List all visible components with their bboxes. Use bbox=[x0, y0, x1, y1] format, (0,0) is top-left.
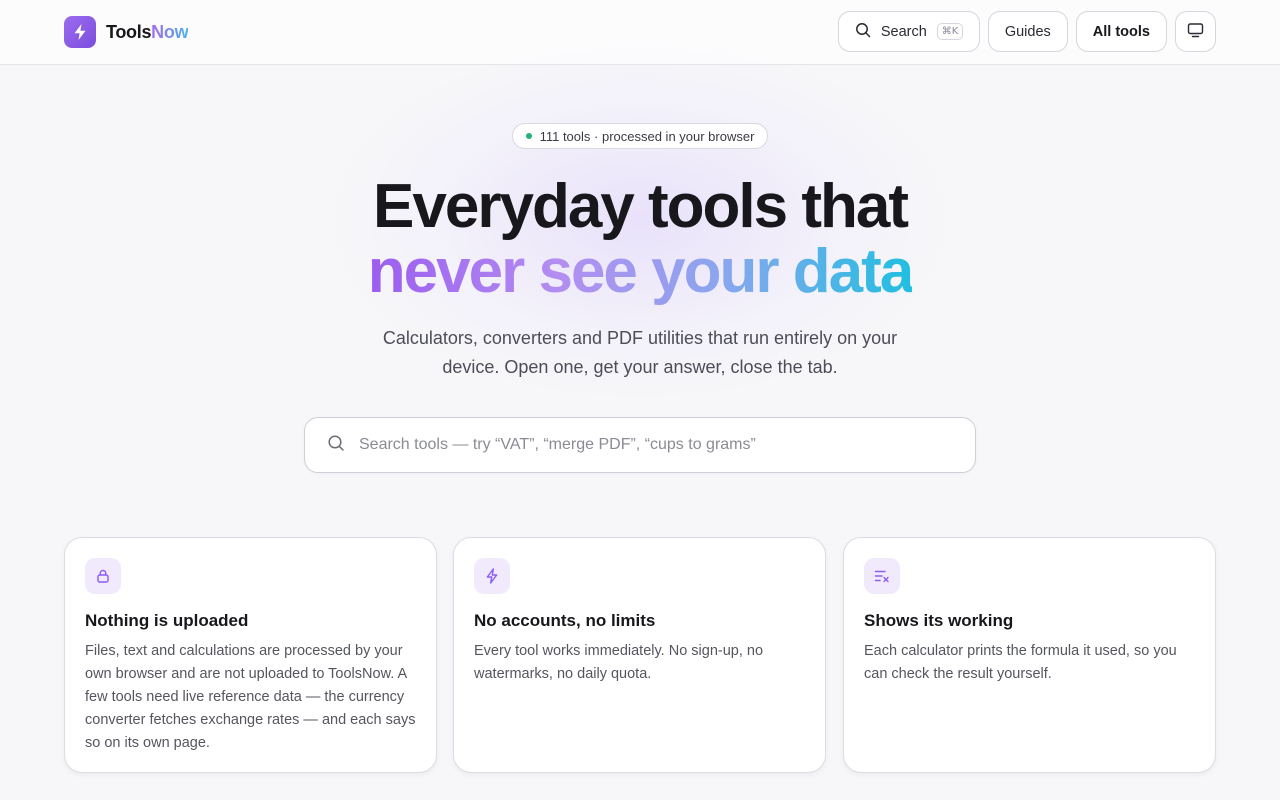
status-dot bbox=[525, 133, 532, 139]
brand-name: ToolsNow bbox=[106, 21, 189, 43]
feature-title: Nothing is uploaded bbox=[85, 611, 249, 630]
search-icon bbox=[855, 22, 871, 42]
bolt-icon bbox=[474, 558, 510, 594]
hero-headline-line1: Everyday tools that bbox=[373, 172, 909, 241]
all-tools-button[interactable]: All tools bbox=[1075, 11, 1167, 52]
search-shortcut-badge: ⌘K bbox=[936, 23, 964, 40]
header-search-button[interactable]: Search ⌘K bbox=[837, 11, 980, 52]
feature-title: Shows its working bbox=[864, 611, 1014, 630]
header-search-label: Search bbox=[880, 23, 927, 40]
lock-icon bbox=[85, 558, 121, 594]
theme-toggle-button[interactable] bbox=[1175, 11, 1216, 52]
feature-card-no-accounts: No accounts, no limits Every tool works … bbox=[453, 537, 826, 773]
feature-description: Each calculator prints the formula it us… bbox=[864, 643, 1177, 682]
feature-card-privacy: Nothing is uploaded Files, text and calc… bbox=[64, 537, 437, 773]
feature-description: Every tool works immediately. No sign-up… bbox=[474, 643, 764, 682]
site-header: ToolsNow Search ⌘K Guides All tools bbox=[0, 0, 1280, 65]
feature-title: No accounts, no limits bbox=[474, 611, 656, 630]
feature-card-shows-working: Shows its working Each calculator prints… bbox=[843, 537, 1216, 773]
guides-button[interactable]: Guides bbox=[987, 11, 1068, 52]
tools-count-badge: 111 tools · processed in your browser bbox=[512, 123, 768, 149]
search-icon bbox=[327, 434, 345, 457]
brand-name-part1: Tools bbox=[106, 21, 152, 42]
hero-subtitle: Calculators, converters and PDF utilitie… bbox=[382, 328, 898, 377]
tool-search-input[interactable] bbox=[359, 436, 953, 454]
hero-headline-line2: never see your data bbox=[0, 239, 1280, 305]
brand-name-part2: Now bbox=[151, 21, 189, 42]
monitor-icon bbox=[1187, 22, 1204, 42]
bolt-logo-icon bbox=[64, 16, 96, 48]
header-nav: Search ⌘K Guides All tools bbox=[837, 11, 1216, 52]
tool-search-box bbox=[304, 417, 976, 473]
brand-logo-link[interactable]: ToolsNow bbox=[64, 16, 189, 48]
tools-count-text: 111 tools · processed in your browser bbox=[539, 128, 755, 144]
hero-headline-gradient-text: never see your data bbox=[367, 237, 914, 306]
formula-icon bbox=[864, 558, 900, 594]
feature-description: Files, text and calculations are process… bbox=[85, 643, 416, 751]
